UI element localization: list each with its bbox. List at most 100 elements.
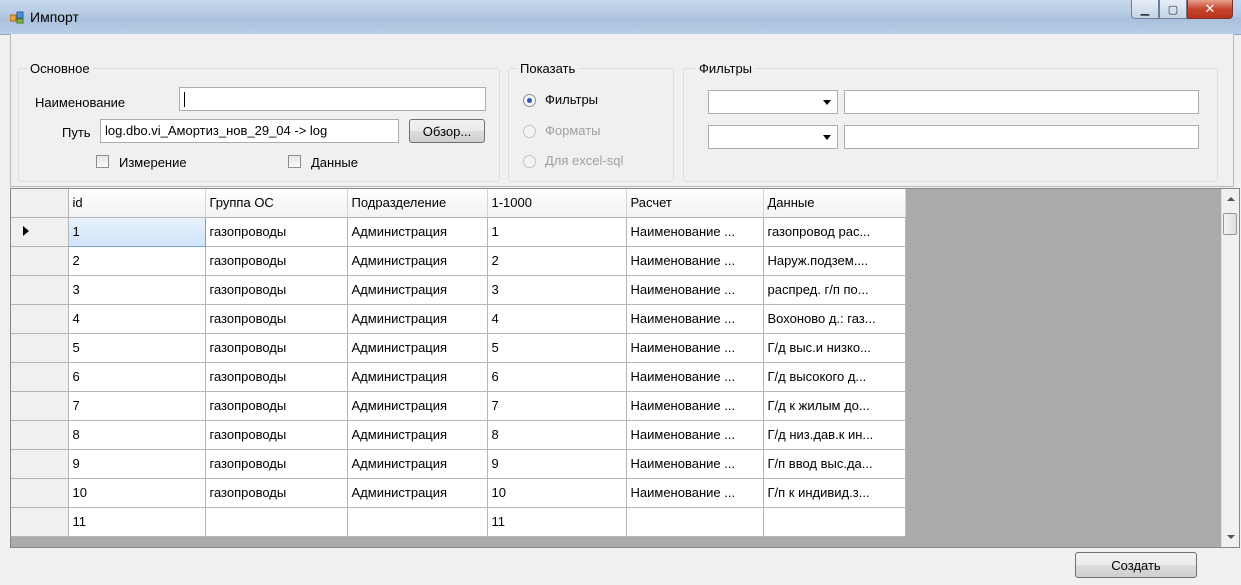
scroll-thumb[interactable]	[1223, 213, 1237, 235]
row-header[interactable]	[11, 478, 69, 508]
table-cell[interactable]: 3	[487, 275, 627, 305]
table-cell[interactable]: 2	[487, 246, 627, 276]
table-cell[interactable]: Наименование ...	[626, 246, 764, 276]
table-cell[interactable]: 1	[487, 217, 627, 247]
table-cell[interactable]: 3	[68, 275, 206, 305]
table-cell[interactable]: Администрация	[347, 478, 488, 508]
row-header[interactable]	[11, 449, 69, 479]
column-header-data[interactable]: Данные	[763, 189, 906, 218]
table-cell[interactable]: Администрация	[347, 420, 488, 450]
table-cell[interactable]: газопроводы	[205, 333, 348, 363]
table-cell[interactable]	[626, 507, 764, 537]
table-cell[interactable]: 10	[68, 478, 206, 508]
table-cell[interactable]: Г/д выс.и низко...	[763, 333, 906, 363]
table-cell[interactable]: Г/п ввод выс.да...	[763, 449, 906, 479]
radio-excel-sql-label[interactable]: Для excel-sql	[545, 153, 623, 168]
table-cell[interactable]: газопроводы	[205, 362, 348, 392]
table-cell[interactable]: Администрация	[347, 362, 488, 392]
data-checkbox[interactable]	[288, 155, 301, 168]
minimize-button[interactable]: ▁	[1131, 0, 1159, 19]
table-cell[interactable]: 4	[487, 304, 627, 334]
table-cell[interactable]: 1	[67, 216, 206, 247]
table-cell[interactable]: Вохоново д.: газ...	[763, 304, 906, 334]
table-cell[interactable]: газопроводы	[205, 217, 348, 247]
row-header[interactable]	[11, 246, 69, 276]
table-cell[interactable]: Наименование ...	[626, 391, 764, 421]
table-cell[interactable]: 9	[487, 449, 627, 479]
table-row[interactable]: 5 газопроводы Администрация 5 Наименован…	[11, 333, 906, 363]
column-header-calc[interactable]: Расчет	[626, 189, 764, 218]
table-cell[interactable]: газопроводы	[205, 420, 348, 450]
measure-checkbox-label[interactable]: Измерение	[119, 155, 187, 170]
table-cell[interactable]: Г/п к индивид.з...	[763, 478, 906, 508]
table-cell[interactable]: 6	[487, 362, 627, 392]
table-cell[interactable]: Администрация	[347, 333, 488, 363]
table-cell[interactable]: 11	[68, 507, 206, 537]
table-cell[interactable]: Наименование ...	[626, 478, 764, 508]
table-cell[interactable]: газопроводы	[205, 275, 348, 305]
table-cell[interactable]: Администрация	[347, 449, 488, 479]
table-cell[interactable]: 8	[68, 420, 206, 450]
table-cell[interactable]: 7	[68, 391, 206, 421]
table-cell[interactable]: Наименование ...	[626, 304, 764, 334]
close-button[interactable]: ✕	[1187, 0, 1233, 19]
table-row[interactable]: 2 газопроводы Администрация 2 Наименован…	[11, 246, 906, 276]
column-header-division[interactable]: Подразделение	[347, 189, 488, 218]
table-cell[interactable]: Наименование ...	[626, 275, 764, 305]
row-header[interactable]	[11, 304, 69, 334]
vertical-scrollbar[interactable]	[1221, 189, 1239, 547]
row-header[interactable]	[11, 217, 69, 247]
scroll-down-icon[interactable]	[1227, 535, 1235, 539]
table-row[interactable]: 1 газопроводы Администрация 1 Наименован…	[11, 216, 906, 247]
table-cell[interactable]: Наименование ...	[626, 420, 764, 450]
column-header-range[interactable]: 1-1000	[487, 189, 627, 218]
row-header[interactable]	[11, 275, 69, 305]
table-cell[interactable]: 5	[68, 333, 206, 363]
table-cell[interactable]: Администрация	[347, 217, 488, 247]
data-grid[interactable]: id Группа ОС Подразделение 1-1000 Расчет…	[10, 188, 1240, 548]
table-row[interactable]: 3 газопроводы Администрация 3 Наименован…	[11, 275, 906, 305]
radio-filters-label[interactable]: Фильтры	[545, 92, 598, 107]
column-header-group[interactable]: Группа ОС	[205, 189, 348, 218]
table-cell[interactable]: газопровод рас...	[763, 217, 906, 247]
browse-button[interactable]: Обзор...	[409, 119, 485, 143]
table-cell[interactable]: 2	[68, 246, 206, 276]
measure-checkbox[interactable]	[96, 155, 109, 168]
table-cell[interactable]: 7	[487, 391, 627, 421]
filter-input-2[interactable]	[844, 125, 1199, 149]
name-input[interactable]	[179, 87, 486, 111]
column-header-id[interactable]: id	[68, 189, 206, 218]
filter-combo-2[interactable]	[708, 125, 838, 149]
table-cell[interactable]: Г/д высокого д...	[763, 362, 906, 392]
table-row[interactable]: 6 газопроводы Администрация 6 Наименован…	[11, 362, 906, 392]
table-cell[interactable]	[347, 507, 488, 537]
table-cell[interactable]: Администрация	[347, 304, 488, 334]
table-cell[interactable]: Наименование ...	[626, 362, 764, 392]
table-cell[interactable]: распред. г/п по...	[763, 275, 906, 305]
table-row[interactable]: 10 газопроводы Администрация 10 Наименов…	[11, 478, 906, 508]
table-cell[interactable]: 9	[68, 449, 206, 479]
table-cell[interactable]	[205, 507, 348, 537]
radio-formats[interactable]	[523, 125, 536, 138]
filter-combo-1[interactable]	[708, 90, 838, 114]
scroll-up-icon[interactable]	[1227, 197, 1235, 201]
table-cell[interactable]: Наименование ...	[626, 449, 764, 479]
row-header[interactable]	[11, 333, 69, 363]
table-cell[interactable]: 8	[487, 420, 627, 450]
row-header[interactable]	[11, 420, 69, 450]
table-cell[interactable]: Администрация	[347, 246, 488, 276]
maximize-button[interactable]: ▢	[1159, 0, 1187, 19]
table-cell[interactable]: Г/д низ.дав.к ин...	[763, 420, 906, 450]
radio-formats-label[interactable]: Форматы	[545, 123, 601, 138]
table-cell[interactable]: 4	[68, 304, 206, 334]
create-button[interactable]: Создать	[1075, 552, 1197, 578]
table-row[interactable]: 4 газопроводы Администрация 4 Наименован…	[11, 304, 906, 334]
table-cell[interactable]: 6	[68, 362, 206, 392]
table-cell[interactable]: Администрация	[347, 275, 488, 305]
table-cell[interactable]: Г/д к жилым до...	[763, 391, 906, 421]
table-row[interactable]: 7 газопроводы Администрация 7 Наименован…	[11, 391, 906, 421]
row-header[interactable]	[11, 391, 69, 421]
table-cell[interactable]: газопроводы	[205, 449, 348, 479]
table-cell[interactable]: 11	[487, 507, 627, 537]
row-header[interactable]	[11, 362, 69, 392]
